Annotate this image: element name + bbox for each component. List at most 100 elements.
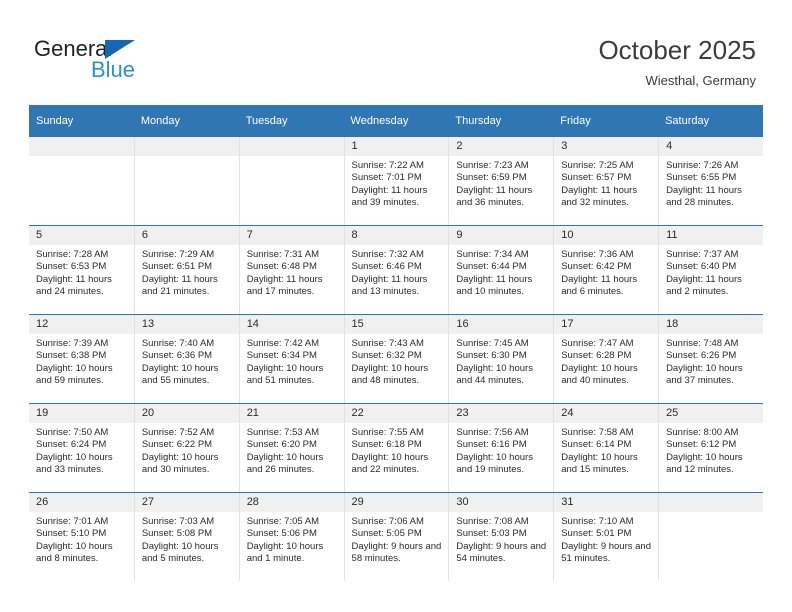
day-cell-inner <box>238 137 344 225</box>
day-cell-inner: 24 Sunrise: 7:58 AM Sunset: 6:14 PM Dayligh… <box>553 404 659 492</box>
daylight-line: Daylight: 11 hours and 21 minutes. <box>141 273 218 298</box>
sunset-line: Sunset: 6:57 PM <box>561 172 632 184</box>
calendar-day-cell[interactable]: 19 Sunrise: 7:50 AM Sunset: 6:24 PM Dayligh… <box>29 403 134 493</box>
title-block: October 2025 Wiesthal, Germany <box>598 34 756 90</box>
daylight-line: Daylight: 11 hours and 36 minutes. <box>456 184 533 209</box>
sunset-line: Sunset: 6:22 PM <box>141 439 213 451</box>
calendar-day-cell[interactable]: 21 Sunrise: 7:53 AM Sunset: 6:20 PM Dayligh… <box>238 403 344 493</box>
sunrise-line: Sunrise: 7:37 AM <box>666 249 739 260</box>
calendar-day-cell[interactable]: 6 Sunrise: 7:29 AM Sunset: 6:51 PM Daylight… <box>133 225 239 315</box>
calendar-day-cell[interactable]: 14 Sunrise: 7:42 AM Sunset: 6:34 PM Dayligh… <box>238 314 344 404</box>
day-details: Sunrise: 7:05 AM Sunset: 5:06 PM Daylight:… <box>240 512 344 566</box>
daylight-line: Daylight: 11 hours and 28 minutes. <box>666 184 742 209</box>
calendar-day-cell[interactable]: 5 Sunrise: 7:28 AM Sunset: 6:53 PM Daylight… <box>29 225 134 315</box>
calendar-day-cell[interactable]: 20 Sunrise: 7:52 AM Sunset: 6:22 PM Dayligh… <box>133 403 239 493</box>
calendar-day-cell[interactable]: 30 Sunrise: 7:08 AM Sunset: 5:03 PM Dayligh… <box>448 492 554 581</box>
calendar-day-cell[interactable]: 12 Sunrise: 7:39 AM Sunset: 6:38 PM Dayligh… <box>29 314 134 404</box>
day-cell-inner: 20 Sunrise: 7:52 AM Sunset: 6:22 PM Dayligh… <box>133 404 239 492</box>
daylight-line: Daylight: 11 hours and 6 minutes. <box>561 273 638 298</box>
daylight-line: Daylight: 10 hours and 12 minutes. <box>666 451 743 476</box>
calendar-day-cell[interactable]: 7 Sunrise: 7:31 AM Sunset: 6:48 PM Daylight… <box>238 225 344 315</box>
sunrise-line: Sunrise: 7:52 AM <box>141 427 215 438</box>
calendar-day-cell[interactable]: 15 Sunrise: 7:43 AM Sunset: 6:32 PM Dayligh… <box>343 314 449 404</box>
weekday-header-saturday: Saturday <box>658 105 763 137</box>
calendar-day-cell[interactable]: 10 Sunrise: 7:36 AM Sunset: 6:42 PM Dayligh… <box>553 225 659 315</box>
day-cell-inner: 16 Sunrise: 7:45 AM Sunset: 6:30 PM Dayligh… <box>448 315 554 403</box>
day-number: 27 <box>134 493 239 512</box>
daylight-line: Daylight: 10 hours and 5 minutes. <box>141 540 219 565</box>
sunrise-line: Sunrise: 7:31 AM <box>246 249 320 260</box>
day-details: Sunrise: 7:45 AM Sunset: 6:30 PM Daylight:… <box>449 334 553 388</box>
sunrise-line: Sunrise: 7:32 AM <box>351 249 424 260</box>
daylight-line: Daylight: 10 hours and 44 minutes. <box>456 362 533 387</box>
sunset-line: Sunset: 5:10 PM <box>36 528 107 540</box>
calendar-week-row: 5 Sunrise: 7:28 AM Sunset: 6:53 PM Daylight… <box>29 225 763 315</box>
calendar-day-cell[interactable]: 27 Sunrise: 7:03 AM Sunset: 5:08 PM Dayligh… <box>133 492 239 581</box>
calendar-day-cell[interactable]: 31 Sunrise: 7:10 AM Sunset: 5:01 PM Dayligh… <box>553 492 659 581</box>
day-number: 9 <box>449 226 554 245</box>
sunrise-line: Sunrise: 7:40 AM <box>141 338 215 349</box>
calendar-day-cell[interactable]: 18 Sunrise: 7:48 AM Sunset: 6:26 PM Dayligh… <box>658 314 763 404</box>
sunset-line: Sunset: 6:30 PM <box>456 350 527 362</box>
calendar-day-cell[interactable]: 25 Sunrise: 8:00 AM Sunset: 6:12 PM Dayligh… <box>658 403 763 493</box>
calendar-day-cell[interactable]: 29 Sunrise: 7:06 AM Sunset: 5:05 PM Dayligh… <box>343 492 449 581</box>
day-number: 23 <box>449 404 554 423</box>
day-details: Sunrise: 7:34 AM Sunset: 6:44 PM Daylight:… <box>449 245 553 299</box>
sunset-line: Sunset: 7:01 PM <box>351 172 422 184</box>
calendar-day-cell[interactable]: 13 Sunrise: 7:40 AM Sunset: 6:36 PM Dayligh… <box>133 314 239 404</box>
sunset-line: Sunset: 6:55 PM <box>666 172 737 184</box>
calendar-day-cell[interactable]: 1 Sunrise: 7:22 AM Sunset: 7:01 PM Daylight… <box>343 137 449 226</box>
day-details: Sunrise: 7:56 AM Sunset: 6:16 PM Daylight:… <box>449 423 553 477</box>
day-number: 20 <box>134 404 239 423</box>
day-cell-inner: 28 Sunrise: 7:05 AM Sunset: 5:06 PM Dayligh… <box>238 493 344 581</box>
daylight-line: Daylight: 11 hours and 24 minutes. <box>36 273 112 298</box>
calendar-day-cell[interactable]: 9 Sunrise: 7:34 AM Sunset: 6:44 PM Daylight… <box>448 225 554 315</box>
calendar-day-cell[interactable]: 17 Sunrise: 7:47 AM Sunset: 6:28 PM Dayligh… <box>553 314 659 404</box>
sunset-line: Sunset: 6:46 PM <box>351 261 422 273</box>
day-cell-inner: 8 Sunrise: 7:32 AM Sunset: 6:46 PM Daylight… <box>343 226 449 314</box>
day-details: Sunrise: 7:55 AM Sunset: 6:18 PM Daylight:… <box>345 423 449 477</box>
calendar-day-cell[interactable]: 23 Sunrise: 7:56 AM Sunset: 6:16 PM Dayligh… <box>448 403 554 493</box>
day-cell-inner <box>658 493 763 581</box>
sunrise-line: Sunrise: 7:34 AM <box>456 249 529 260</box>
calendar-day-cell[interactable]: 22 Sunrise: 7:55 AM Sunset: 6:18 PM Dayligh… <box>343 403 449 493</box>
sunrise-line: Sunrise: 7:10 AM <box>561 516 634 527</box>
day-details: Sunrise: 7:36 AM Sunset: 6:42 PM Daylight:… <box>554 245 658 299</box>
day-details: Sunrise: 7:06 AM Sunset: 5:05 PM Daylight:… <box>345 512 449 566</box>
day-details: Sunrise: 7:31 AM Sunset: 6:48 PM Daylight:… <box>240 245 344 299</box>
sunset-line: Sunset: 6:59 PM <box>456 172 527 184</box>
calendar-day-cell[interactable]: 2 Sunrise: 7:23 AM Sunset: 6:59 PM Daylight… <box>448 137 554 226</box>
calendar-day-cell[interactable]: 3 Sunrise: 7:25 AM Sunset: 6:57 PM Daylight… <box>553 137 659 226</box>
day-number: 1 <box>344 137 449 156</box>
day-number: 17 <box>554 315 659 334</box>
sunset-line: Sunset: 6:14 PM <box>561 439 632 451</box>
day-details: Sunrise: 7:47 AM Sunset: 6:28 PM Daylight:… <box>554 334 658 388</box>
sunset-line: Sunset: 6:16 PM <box>456 439 527 451</box>
calendar-day-cell[interactable]: 26 Sunrise: 7:01 AM Sunset: 5:10 PM Dayligh… <box>29 492 134 581</box>
sunset-line: Sunset: 6:51 PM <box>141 261 213 273</box>
day-number: 18 <box>659 315 763 334</box>
daylight-line: Daylight: 11 hours and 32 minutes. <box>561 184 638 209</box>
calendar-day-cell[interactable]: 8 Sunrise: 7:32 AM Sunset: 6:46 PM Daylight… <box>343 225 449 315</box>
sunset-line: Sunset: 6:38 PM <box>36 350 107 362</box>
calendar-day-cell[interactable]: 4 Sunrise: 7:26 AM Sunset: 6:55 PM Daylight… <box>658 137 763 226</box>
sunset-line: Sunset: 6:34 PM <box>246 350 317 362</box>
day-cell-inner: 15 Sunrise: 7:43 AM Sunset: 6:32 PM Dayligh… <box>343 315 449 403</box>
calendar-day-cell[interactable]: 11 Sunrise: 7:37 AM Sunset: 6:40 PM Dayligh… <box>658 225 763 315</box>
day-number: 31 <box>554 493 659 512</box>
sunset-line: Sunset: 6:42 PM <box>561 261 632 273</box>
day-number: 25 <box>659 404 763 423</box>
calendar-day-cell[interactable]: 24 Sunrise: 7:58 AM Sunset: 6:14 PM Dayligh… <box>553 403 659 493</box>
sunrise-line: Sunrise: 7:29 AM <box>141 249 215 260</box>
sunrise-line: Sunrise: 8:00 AM <box>666 427 739 438</box>
calendar-day-cell[interactable]: 16 Sunrise: 7:45 AM Sunset: 6:30 PM Dayligh… <box>448 314 554 404</box>
daylight-line: Daylight: 10 hours and 37 minutes. <box>666 362 743 387</box>
daylight-line: Daylight: 9 hours and 51 minutes. <box>561 540 651 565</box>
calendar-day-cell[interactable]: 28 Sunrise: 7:05 AM Sunset: 5:06 PM Dayligh… <box>238 492 344 581</box>
day-cell-inner: 3 Sunrise: 7:25 AM Sunset: 6:57 PM Daylight… <box>553 137 659 225</box>
day-number: 29 <box>344 493 449 512</box>
day-cell-inner: 7 Sunrise: 7:31 AM Sunset: 6:48 PM Daylight… <box>238 226 344 314</box>
daylight-line: Daylight: 10 hours and 59 minutes. <box>36 362 113 387</box>
calendar-week-row: 26 Sunrise: 7:01 AM Sunset: 5:10 PM Dayligh… <box>29 492 763 581</box>
day-cell-inner: 12 Sunrise: 7:39 AM Sunset: 6:38 PM Dayligh… <box>29 315 134 403</box>
